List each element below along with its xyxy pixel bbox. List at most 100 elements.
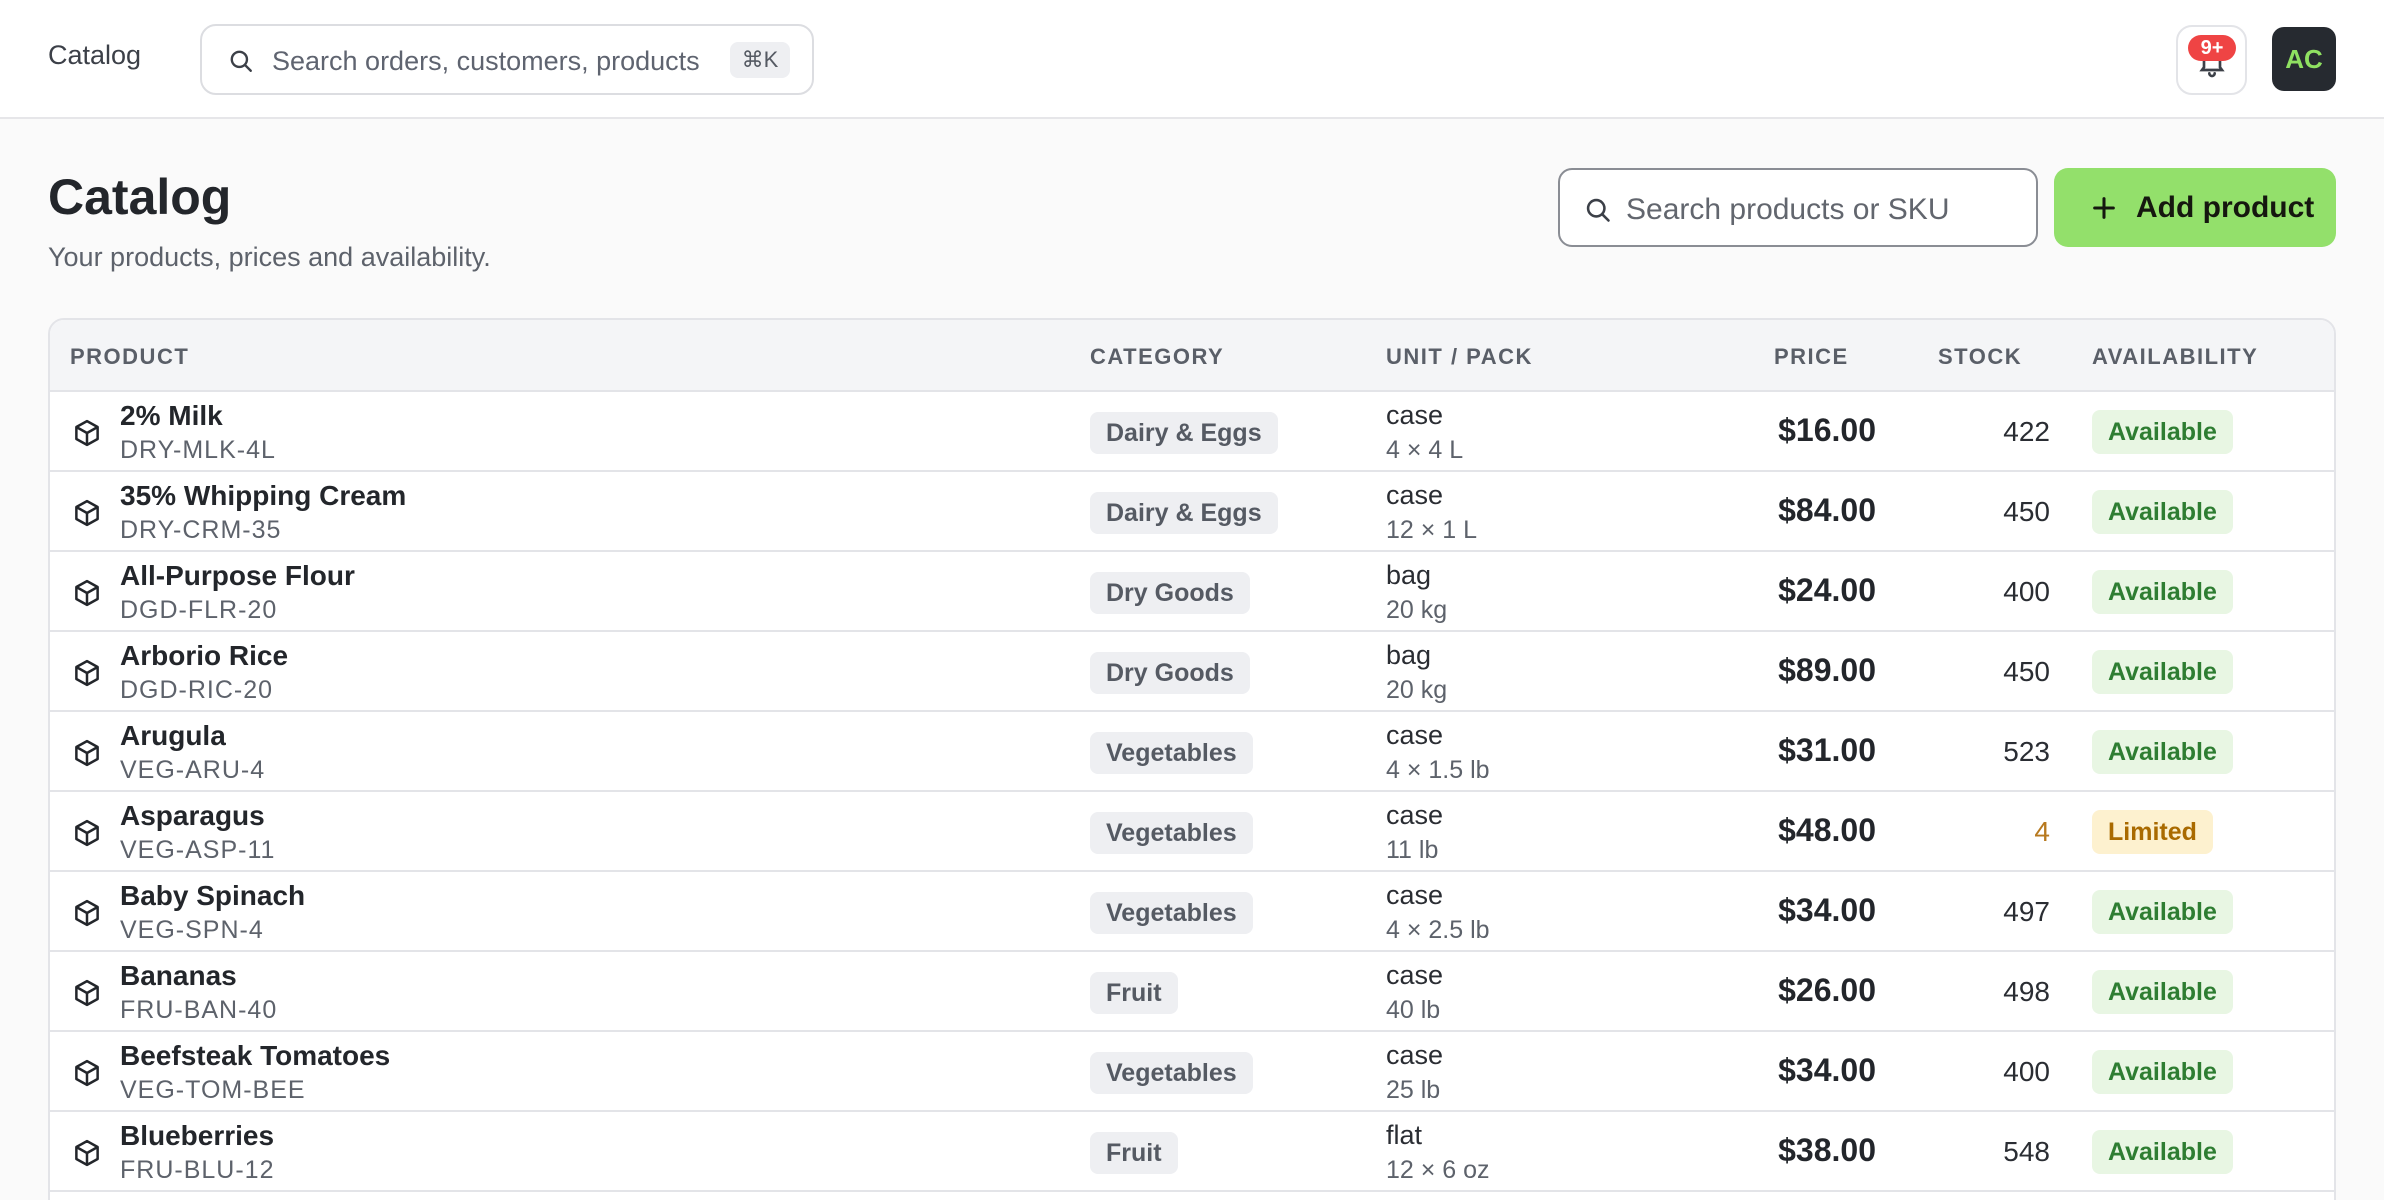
- product-sku: VEG-ASP-11: [120, 836, 276, 864]
- user-avatar[interactable]: AC: [2272, 27, 2336, 91]
- table-row[interactable]: Blueberries FRU-BLU-12 Fruit flat 12 × 6…: [50, 1112, 2334, 1192]
- table-row[interactable]: Bananas FRU-BAN-40 Fruit case 40 lb $26.…: [50, 952, 2334, 1032]
- pack-size: 20 kg: [1386, 596, 1448, 624]
- product-name[interactable]: All-Purpose Flour: [120, 560, 355, 592]
- unit-type: case: [1386, 400, 1444, 430]
- global-search-placeholder: Search orders, customers, products: [272, 46, 700, 76]
- pack-size: 4 × 1.5 lb: [1386, 756, 1490, 784]
- product-sku: VEG-ARU-4: [120, 756, 266, 784]
- table-row[interactable]: 2% Milk DRY-MLK-4L Dairy & Eggs case 4 ×…: [50, 392, 2334, 472]
- table-row[interactable]: Asparagus VEG-ASP-11 Vegetables case 11 …: [50, 792, 2334, 872]
- column-header-product[interactable]: PRODUCT: [70, 344, 189, 370]
- product-sku: DGD-FLR-20: [120, 596, 278, 624]
- price: $24.00: [1778, 572, 1876, 608]
- availability-badge: Available: [2092, 650, 2233, 694]
- package-icon: [75, 979, 99, 1007]
- product-sku: FRU-BLU-12: [120, 1156, 275, 1184]
- top-bar: Catalog Search orders, customers, produc…: [0, 0, 2384, 119]
- unit-type: case: [1386, 880, 1444, 910]
- stock-count: 498: [2003, 976, 2050, 1007]
- unit-type: case: [1386, 960, 1444, 990]
- availability-badge: Limited: [2092, 810, 2213, 854]
- availability-badge: Available: [2092, 570, 2233, 614]
- package-icon: [75, 579, 99, 607]
- global-search-input[interactable]: Search orders, customers, products ⌘K: [200, 24, 814, 95]
- category-pill: Vegetables: [1090, 1052, 1253, 1094]
- product-name[interactable]: Baby Spinach: [120, 880, 305, 912]
- category-pill: Vegetables: [1090, 732, 1253, 774]
- column-header-availability[interactable]: AVAILABILITY: [2092, 344, 2258, 370]
- product-search-input[interactable]: Search products or SKU: [1558, 168, 2038, 247]
- category-pill: Fruit: [1090, 972, 1178, 1014]
- category-pill: Vegetables: [1090, 812, 1253, 854]
- table-row[interactable]: Arugula VEG-ARU-4 Vegetables case 4 × 1.…: [50, 712, 2334, 792]
- pack-size: 11 lb: [1386, 836, 1439, 864]
- page-subtitle: Your products, prices and availability.: [48, 242, 491, 272]
- unit-type: bag: [1386, 640, 1432, 670]
- package-icon: [75, 1139, 99, 1167]
- table-row[interactable]: Baby Spinach VEG-SPN-4 Vegetables case 4…: [50, 872, 2334, 952]
- column-header-stock[interactable]: STOCK: [1938, 344, 2022, 370]
- package-icon: [75, 739, 99, 767]
- app-brand[interactable]: Catalog: [48, 40, 141, 71]
- package-icon: [75, 419, 99, 447]
- availability-badge: Available: [2092, 1050, 2233, 1094]
- stock-count: 548: [2003, 1136, 2050, 1167]
- table-row[interactable]: 35% Whipping Cream DRY-CRM-35 Dairy & Eg…: [50, 472, 2334, 552]
- column-header-price[interactable]: PRICE: [1774, 344, 1849, 370]
- product-name[interactable]: 35% Whipping Cream: [120, 480, 406, 512]
- price: $84.00: [1778, 492, 1876, 528]
- product-name[interactable]: Bananas: [120, 960, 237, 992]
- table-row[interactable]: All-Purpose Flour DGD-FLR-20 Dry Goods b…: [50, 552, 2334, 632]
- product-sku: DRY-MLK-4L: [120, 436, 276, 464]
- unit-type: flat: [1386, 1120, 1423, 1150]
- stock-count: 523: [2003, 736, 2050, 767]
- column-header-category[interactable]: CATEGORY: [1090, 344, 1224, 370]
- availability-badge: Available: [2092, 490, 2233, 534]
- package-icon: [75, 659, 99, 687]
- price: $16.00: [1778, 412, 1876, 448]
- search-shortcut-hint: ⌘K: [730, 42, 790, 78]
- availability-badge: Available: [2092, 970, 2233, 1014]
- table-row[interactable]: Beefsteak Tomatoes VEG-TOM-BEE Vegetable…: [50, 1032, 2334, 1112]
- package-icon: [75, 499, 99, 527]
- product-name[interactable]: Arborio Rice: [120, 640, 288, 672]
- category-pill: Dairy & Eggs: [1090, 492, 1278, 534]
- availability-badge: Available: [2092, 890, 2233, 934]
- price: $31.00: [1778, 732, 1876, 768]
- pack-size: 20 kg: [1386, 676, 1448, 704]
- package-icon: [75, 899, 99, 927]
- search-icon: [1586, 198, 1610, 222]
- product-name[interactable]: Asparagus: [120, 800, 265, 832]
- unit-type: case: [1386, 800, 1444, 830]
- category-pill: Vegetables: [1090, 892, 1253, 934]
- availability-badge: Available: [2092, 730, 2233, 774]
- product-name[interactable]: 2% Milk: [120, 400, 223, 432]
- stock-count: 450: [2003, 496, 2050, 527]
- price: $48.00: [1778, 812, 1876, 848]
- product-sku: DGD-RIC-20: [120, 676, 274, 704]
- pack-size: 12 × 1 L: [1386, 516, 1478, 544]
- product-sku: DRY-CRM-35: [120, 516, 282, 544]
- column-header-unit-pack[interactable]: UNIT / PACK: [1386, 344, 1533, 370]
- product-name[interactable]: Blueberries: [120, 1120, 274, 1152]
- product-search-placeholder: Search products or SKU: [1626, 193, 1950, 226]
- package-icon: [75, 1059, 99, 1087]
- table-row[interactable]: Arborio Rice DGD-RIC-20 Dry Goods bag 20…: [50, 632, 2334, 712]
- unit-type: case: [1386, 480, 1444, 510]
- pack-size: 25 lb: [1386, 1076, 1441, 1104]
- search-icon: [230, 50, 252, 72]
- category-pill: Dry Goods: [1090, 652, 1250, 694]
- product-name[interactable]: Beefsteak Tomatoes: [120, 1040, 390, 1072]
- price: $89.00: [1778, 652, 1876, 688]
- product-sku: VEG-SPN-4: [120, 916, 264, 944]
- availability-badge: Available: [2092, 1130, 2233, 1174]
- product-name[interactable]: Arugula: [120, 720, 226, 752]
- category-pill: Fruit: [1090, 1132, 1178, 1174]
- stock-count: 400: [2003, 576, 2050, 607]
- package-icon: [75, 819, 99, 847]
- notifications-badge: 9+: [2188, 35, 2236, 61]
- product-sku: VEG-TOM-BEE: [120, 1076, 306, 1104]
- add-product-button[interactable]: Add product: [2054, 168, 2336, 247]
- notifications-button[interactable]: 9+: [2176, 25, 2247, 95]
